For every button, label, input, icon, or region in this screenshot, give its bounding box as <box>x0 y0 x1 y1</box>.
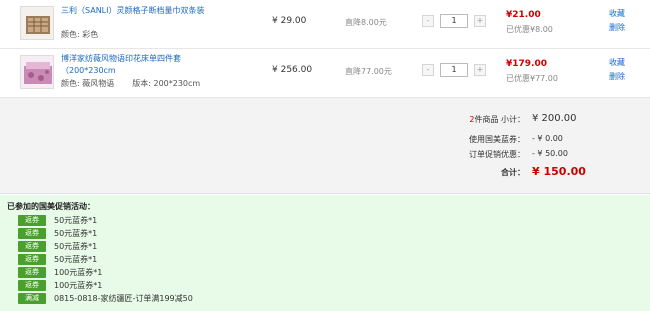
promo-text: 50元蓝券*1 <box>54 254 98 264</box>
promo-text: 100元蓝券*1 <box>54 267 103 277</box>
product-title-link[interactable]: 博洋家纺薇风物语印花床单四件套（200*230cm <box>61 53 231 77</box>
favorite-link[interactable]: 收藏 <box>609 7 625 21</box>
saved-amount: 已优惠¥8.00 <box>506 25 553 34</box>
promo-tag: 满减 <box>18 292 46 304</box>
promo-tag: 返券 <box>18 240 46 252</box>
unit-price: ¥ 29.00 <box>272 16 307 26</box>
cart-item: 博洋家纺薇风物语印花床单四件套（200*230cm 颜色: 薇风物语 版本: 20… <box>0 49 650 98</box>
product-title-link[interactable]: 三利（SANLI）灵颜格子断档量巾双条装 <box>61 5 231 17</box>
attr-color: 颜色: 薇风物语 <box>61 79 115 88</box>
promo-text: 50元蓝券*1 <box>54 241 98 251</box>
item-actions: 收藏 删除 <box>609 7 625 35</box>
promotions-title: 已参加的国美促销活动： <box>7 202 95 211</box>
increase-quantity-button[interactable]: + <box>474 64 486 76</box>
product-attributes: 颜色: 彩色 <box>61 30 98 40</box>
discount-row: 订单促销优惠： - ¥ 50.00 <box>440 149 620 163</box>
promo-tag: 返券 <box>18 214 46 226</box>
promo-row: 返券 50元蓝券*1 <box>18 214 97 226</box>
promo-row: 满减 0815-0818-家纺疆匠-订单满199减50 <box>18 292 193 304</box>
promo-text: 50元蓝券*1 <box>54 215 98 225</box>
promo-tag: 返券 <box>18 266 46 278</box>
delete-link[interactable]: 删除 <box>609 70 625 84</box>
order-summary: 2件商品 小计： ¥ 200.00 使用国美蓝券： - ¥ 0.00 订单促销优… <box>0 98 650 194</box>
price-drop: 直降8.00元 <box>345 18 387 27</box>
promo-row: 返券 100元蓝券*1 <box>18 279 102 291</box>
subtotal-label: 2件商品 小计： <box>469 114 525 125</box>
subtotal-row: 2件商品 小计： ¥ 200.00 <box>440 113 620 128</box>
favorite-link[interactable]: 收藏 <box>609 56 625 70</box>
decrease-quantity-button[interactable]: - <box>422 15 434 27</box>
delete-link[interactable]: 删除 <box>609 21 625 35</box>
total-row: 合计： ¥ 150.00 <box>440 165 620 181</box>
total-label: 合计： <box>501 168 525 177</box>
quantity-stepper: - 1 + <box>422 63 486 77</box>
total-value: ¥ 150.00 <box>532 165 586 178</box>
promo-tag: 返券 <box>18 227 46 239</box>
subtotal-label-text: 件商品 小计： <box>474 115 525 124</box>
quantity-stepper: - 1 + <box>422 14 486 28</box>
towel-product-image[interactable] <box>20 6 54 40</box>
unit-price: ¥ 256.00 <box>272 65 313 75</box>
promo-row: 返券 50元蓝券*1 <box>18 253 97 265</box>
product-attributes: 颜色: 薇风物语 版本: 200*230cm <box>61 79 200 89</box>
cart-item: 三利（SANLI）灵颜格子断档量巾双条装 颜色: 彩色 ¥ 29.00 直降8.… <box>0 0 650 49</box>
promo-text: 50元蓝券*1 <box>54 228 98 238</box>
bedding-set-product-image[interactable] <box>20 55 54 89</box>
quantity-input[interactable]: 1 <box>440 14 468 28</box>
discount-label: 订单促销优惠： <box>469 150 525 159</box>
subtotal-value: ¥ 200.00 <box>532 113 577 124</box>
decrease-quantity-button[interactable]: - <box>422 64 434 76</box>
coupon-label: 使用国美蓝券： <box>469 135 525 144</box>
coupon-value: - ¥ 0.00 <box>532 134 563 143</box>
attr-version: 版本: 200*230cm <box>132 79 201 88</box>
attr-color: 颜色: 彩色 <box>61 30 99 39</box>
promo-tag: 返券 <box>18 279 46 291</box>
promo-row: 返券 50元蓝券*1 <box>18 240 97 252</box>
promo-tag: 返券 <box>18 253 46 265</box>
discount-value: - ¥ 50.00 <box>532 149 568 158</box>
promo-text: 100元蓝券*1 <box>54 280 103 290</box>
coupon-row: 使用国美蓝券： - ¥ 0.00 <box>440 134 620 148</box>
saved-amount: 已优惠¥77.00 <box>506 74 558 83</box>
sale-price: ¥21.00 <box>506 10 541 20</box>
promo-row: 返券 50元蓝券*1 <box>18 227 97 239</box>
increase-quantity-button[interactable]: + <box>474 15 486 27</box>
sale-price: ¥179.00 <box>506 59 547 69</box>
quantity-input[interactable]: 1 <box>440 63 468 77</box>
promo-text: 0815-0818-家纺疆匠-订单满199减50 <box>54 293 193 303</box>
item-actions: 收藏 删除 <box>609 56 625 84</box>
price-drop: 直降77.00元 <box>345 67 392 76</box>
promo-row: 返券 100元蓝券*1 <box>18 266 102 278</box>
promotions-panel: 已参加的国美促销活动： 返券 50元蓝券*1 返券 50元蓝券*1 返券 50元… <box>0 195 650 311</box>
